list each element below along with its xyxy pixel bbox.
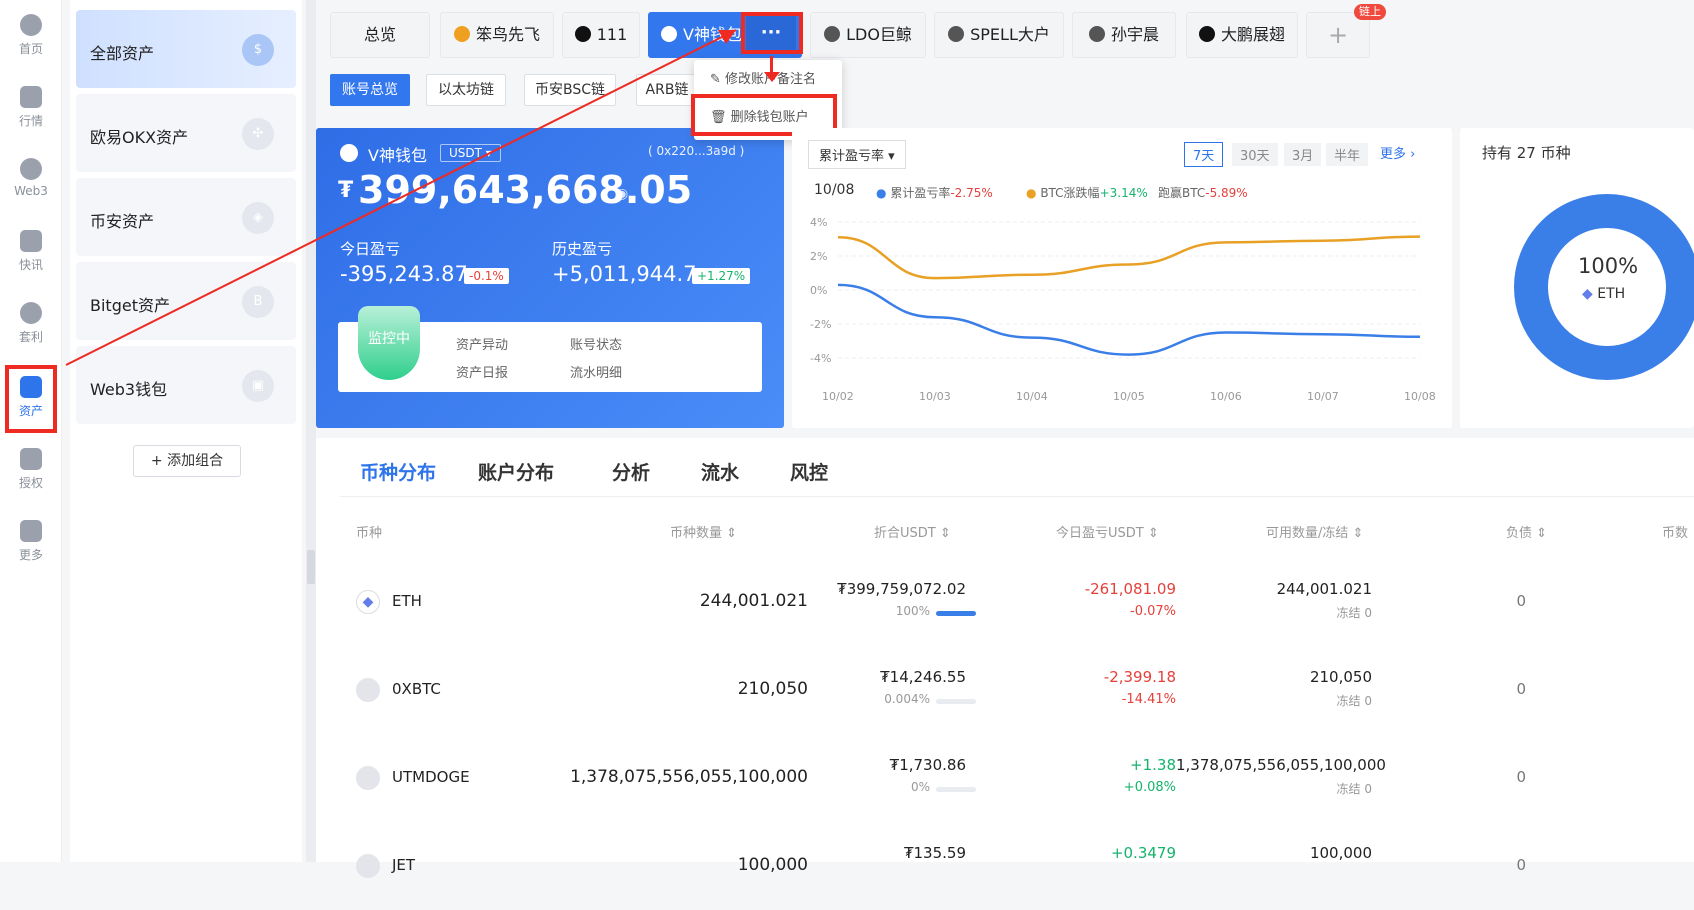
- tab-coin-distribution[interactable]: 币种分布: [360, 458, 436, 485]
- today-pnl: -2,399.18: [1103, 668, 1176, 686]
- tab-account-distribution[interactable]: 账户分布: [478, 458, 554, 485]
- coin-qty: 210,050: [737, 679, 808, 699]
- x-tick-label: 10/02: [822, 390, 854, 403]
- today-pnl-pct: -14.41%: [1121, 692, 1176, 707]
- legend-label: 跑赢BTC: [1158, 186, 1206, 200]
- coin-icon: ◆: [356, 590, 380, 614]
- table-row[interactable]: JET 100,000 ₮135.59 +0.3479 100,000 0: [316, 822, 1694, 910]
- coin-qty: 244,001.021: [699, 591, 808, 611]
- legend-pnl: ● 累计盈亏率-2.75%: [876, 186, 993, 200]
- col-usdt[interactable]: 折合USDT ⇕: [874, 522, 951, 541]
- usdt-value: ₮135.59: [903, 844, 966, 862]
- coin-name: JET: [392, 856, 416, 874]
- table-row[interactable]: UTMDOGE 1,378,075,556,055,100,000 ₮1,730.8…: [316, 734, 1694, 822]
- coin-icon: [356, 678, 380, 702]
- pnl-metric-select[interactable]: 累计盈亏率 ▾: [808, 140, 906, 169]
- today-pnl: +0.3479: [1110, 844, 1176, 862]
- y-tick-label: -4%: [810, 352, 831, 365]
- usdt-value: ₮1,730.86: [889, 756, 966, 774]
- debt-value: 0: [1516, 768, 1526, 786]
- available-qty: 100,000: [1309, 844, 1372, 862]
- coin-name: 0XBTC: [392, 680, 441, 698]
- usdt-value: ₮14,246.55: [880, 668, 966, 686]
- pnl-line-chart: 4% 2% 0% -2% -4% 10/02 10/03 10/04 10/05 10/06 10/…: [810, 216, 1436, 403]
- usdt-value: ₮399,759,072.02: [837, 580, 966, 598]
- legend-label: 累计盈亏率: [890, 186, 951, 200]
- legend-value: +3.14%: [1099, 186, 1148, 200]
- legend-btc: ● BTC涨跌幅+3.14%: [1026, 186, 1148, 200]
- donut-coin: ◆ ETH: [1582, 286, 1625, 302]
- coin-icon: [356, 854, 380, 878]
- series-line: [837, 283, 1421, 356]
- col-coin-count: 币数: [1662, 526, 1689, 541]
- legend-label: BTC涨跌幅: [1040, 186, 1100, 200]
- frozen-qty: 冻结 0: [1336, 694, 1372, 708]
- holdings-title: 持有 27 币种: [1482, 144, 1571, 162]
- coin-name: UTMDOGE: [392, 768, 470, 786]
- tab-analysis[interactable]: 分析: [612, 458, 650, 485]
- y-tick-label: 2%: [810, 250, 827, 263]
- series-line: [837, 235, 1421, 280]
- share-bar: [936, 699, 976, 704]
- today-pnl-pct: +0.08%: [1123, 780, 1176, 795]
- share-bar-fill: [936, 611, 976, 616]
- available-qty: 1,378,075,556,055,100,000: [1176, 756, 1386, 774]
- coin-icon: [356, 766, 380, 790]
- tab-flow[interactable]: 流水: [701, 458, 739, 485]
- frozen-qty: 冻结 0: [1336, 782, 1372, 796]
- col-debt[interactable]: 负债 ⇕: [1506, 522, 1547, 541]
- debt-value: 0: [1516, 592, 1526, 610]
- range-6m[interactable]: 半年: [1326, 143, 1369, 166]
- x-tick-label: 10/05: [1113, 390, 1145, 403]
- frozen-qty: 冻结 0: [1336, 606, 1372, 620]
- x-tick-label: 10/03: [919, 390, 951, 403]
- coin-qty: 100,000: [737, 855, 808, 875]
- divider: [340, 496, 1694, 497]
- tab-risk[interactable]: 风控: [790, 458, 828, 485]
- chart-date: 10/08: [814, 182, 855, 198]
- usdt-share: 100%: [895, 604, 930, 618]
- today-pnl: +1.38: [1130, 756, 1176, 774]
- col-available[interactable]: 可用数量/冻结 ⇕: [1266, 522, 1363, 541]
- x-tick-label: 10/04: [1016, 390, 1048, 403]
- more-label: 更多: [1380, 147, 1407, 162]
- x-tick-label: 10/07: [1307, 390, 1339, 403]
- usdt-share: 0.004%: [884, 692, 930, 706]
- select-label: 累计盈亏率: [819, 149, 885, 164]
- table-row[interactable]: 0XBTC 210,050 ₮14,246.55 0.004% -2,399.18 -14…: [316, 646, 1694, 734]
- range-3m[interactable]: 3月: [1284, 143, 1322, 166]
- pnl-chart-card: 累计盈亏率 ▾ 7天 30天 3月 半年 更多 › 10/08 ● 累计盈亏率-…: [792, 128, 1452, 428]
- range-7d[interactable]: 7天: [1184, 142, 1224, 167]
- available-qty: 210,050: [1309, 668, 1372, 686]
- debt-value: 0: [1516, 856, 1526, 874]
- col-coin: 币种: [356, 526, 383, 541]
- available-qty: 244,001.021: [1276, 580, 1372, 598]
- coin-name: ETH: [392, 592, 422, 610]
- y-tick-label: 0%: [810, 284, 827, 297]
- donut-pct: 100%: [1578, 254, 1639, 278]
- legend-beat-btc: 跑赢BTC-5.89%: [1158, 184, 1248, 201]
- share-bar: [936, 611, 976, 616]
- today-pnl: -261,081.09: [1084, 580, 1176, 598]
- y-tick-label: 4%: [810, 216, 827, 229]
- col-qty[interactable]: 币种数量 ⇕: [670, 522, 737, 541]
- more-link[interactable]: 更多 ›: [1380, 143, 1415, 162]
- x-tick-label: 10/08: [1404, 390, 1436, 403]
- coin-qty: 1,378,075,556,055,100,000: [570, 767, 808, 787]
- coin-label: ETH: [1597, 286, 1626, 302]
- y-tick-label: -2%: [810, 318, 831, 331]
- table-row[interactable]: ◆ ETH 244,001.021 ₮399,759,072.02 100% -261,0…: [316, 558, 1694, 646]
- eth-icon: ◆: [1582, 286, 1593, 302]
- holdings-card: 持有 27 币种 100% ◆ ETH: [1460, 128, 1694, 428]
- range-30d[interactable]: 30天: [1232, 143, 1278, 166]
- legend-value: -5.89%: [1205, 186, 1248, 200]
- today-pnl-pct: -0.07%: [1130, 604, 1176, 619]
- asset-table-section: 币种分布 账户分布 分析 流水 风控 币种 币种数量 ⇕ 折合USDT ⇕ 今日…: [316, 438, 1694, 878]
- legend-value: -2.75%: [950, 186, 993, 200]
- x-tick-label: 10/06: [1210, 390, 1242, 403]
- col-today-pnl[interactable]: 今日盈亏USDT ⇕: [1056, 522, 1159, 541]
- debt-value: 0: [1516, 680, 1526, 698]
- usdt-share: 0%: [910, 780, 930, 794]
- share-bar: [936, 787, 976, 792]
